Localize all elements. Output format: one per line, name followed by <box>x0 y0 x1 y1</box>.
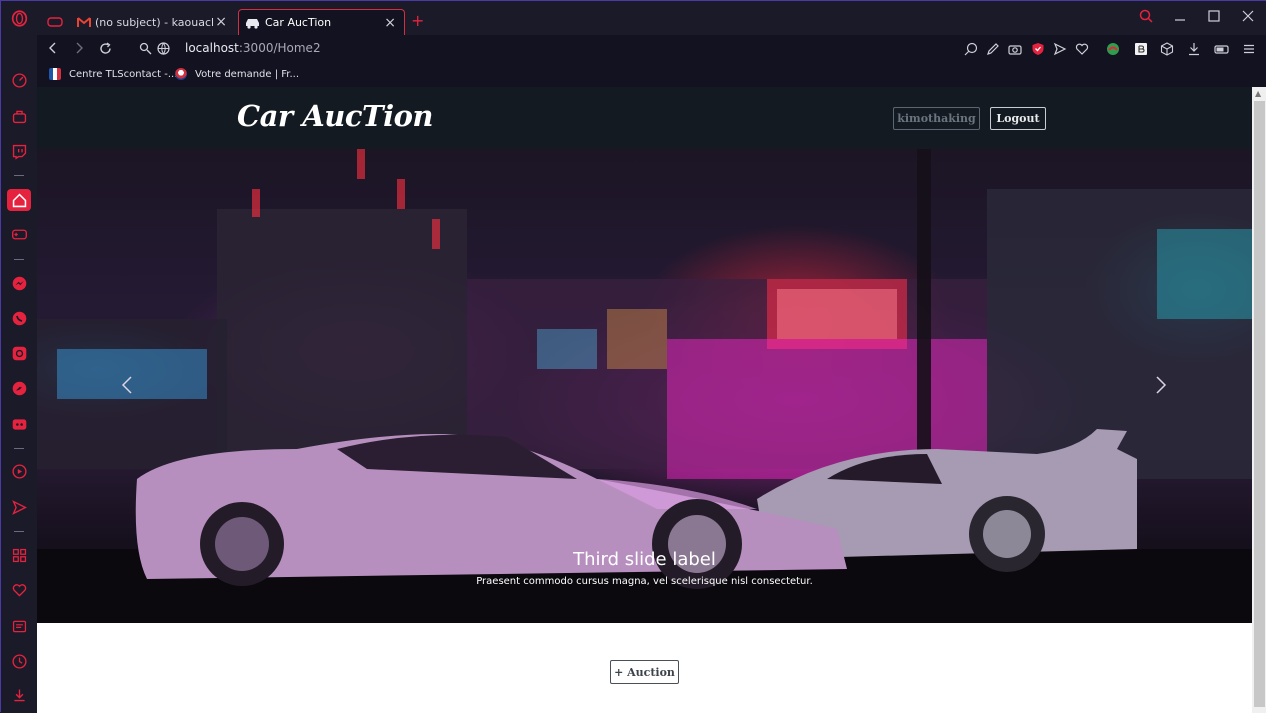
home-icon[interactable] <box>9 190 29 210</box>
hero-carousel: Third slide label Praesent commodo cursu… <box>37 149 1252 623</box>
carousel-prev-icon[interactable] <box>121 375 133 395</box>
messenger-icon[interactable] <box>9 273 29 293</box>
close-window-icon[interactable] <box>1242 10 1254 22</box>
tab-car-auction[interactable]: Car AucTion × <box>238 9 405 35</box>
tab-label: (no subject) - kaouachimel <box>95 15 213 29</box>
edit-icon[interactable] <box>986 42 1000 56</box>
speed-dial-icon[interactable] <box>9 70 29 90</box>
caption-title: Third slide label <box>573 549 716 570</box>
camera-icon[interactable] <box>1008 42 1022 56</box>
address-bar: localhost:3000/Home2 <box>37 35 1266 63</box>
download-icon[interactable] <box>9 685 29 705</box>
url-host: localhost <box>185 41 239 55</box>
search-icon[interactable] <box>1139 9 1153 23</box>
send-icon[interactable] <box>1053 42 1067 56</box>
bookmark-item[interactable]: Votre demande | Fr... <box>175 68 299 80</box>
extension-b-icon[interactable] <box>1134 42 1148 56</box>
bookmarks-bar: Centre TLScontact -... Votre demande | F… <box>37 63 1266 87</box>
tab-gmail[interactable]: (no subject) - kaouachimel × <box>71 9 235 35</box>
tlscontact-favicon-icon <box>49 68 61 80</box>
logout-button[interactable]: Logout <box>990 107 1046 130</box>
tab-label: Car AucTion <box>265 16 332 29</box>
bookmark-item[interactable]: Centre TLScontact -... <box>49 68 177 80</box>
forward-icon[interactable] <box>73 42 85 54</box>
back-icon[interactable] <box>47 42 59 54</box>
globe-icon[interactable] <box>157 42 170 55</box>
url-field[interactable]: localhost:3000/Home2 <box>185 41 321 55</box>
car-icon <box>246 18 259 29</box>
heart-icon[interactable] <box>1075 42 1089 56</box>
bag-icon[interactable] <box>9 106 29 126</box>
apps-icon[interactable] <box>9 545 29 565</box>
gamepad-icon <box>47 17 63 27</box>
bookmark-label: Centre TLScontact -... <box>69 68 178 80</box>
instagram-icon[interactable] <box>9 343 29 363</box>
page-scrollbar[interactable]: ▲ <box>1252 87 1266 713</box>
scrollbar-thumb[interactable] <box>1254 101 1265 707</box>
discord-icon[interactable] <box>9 414 29 434</box>
tab-bar: (no subject) - kaouachimel × Car AucTion… <box>37 1 1266 35</box>
caption-text: Praesent commodo cursus magna, vel scele… <box>476 576 813 587</box>
menu-icon[interactable] <box>1242 42 1256 56</box>
twitch-icon[interactable] <box>9 141 29 161</box>
shield-icon[interactable] <box>1031 42 1045 56</box>
user-button[interactable]: kimothaking <box>893 107 980 130</box>
lens-icon[interactable] <box>139 42 152 55</box>
site-navbar: Car AucTion kimothaking Logout <box>37 87 1252 149</box>
france-favicon-icon <box>175 68 187 80</box>
new-tab-button[interactable]: + <box>411 11 424 30</box>
search-page-icon[interactable] <box>964 42 978 56</box>
reload-icon[interactable] <box>99 42 112 55</box>
browser-window: (no subject) - kaouachimel × Car AucTion… <box>0 0 1266 713</box>
gamepad-icon[interactable] <box>9 224 29 244</box>
site-brand[interactable]: Car AucTion <box>237 99 434 133</box>
scroll-up-icon[interactable]: ▲ <box>1255 89 1261 98</box>
battery-saver-icon[interactable] <box>1214 42 1230 56</box>
close-icon[interactable]: × <box>215 14 227 30</box>
vpn-icon[interactable] <box>1106 42 1120 56</box>
twitter-icon[interactable] <box>9 378 29 398</box>
whatsapp-icon[interactable] <box>9 308 29 328</box>
news-icon[interactable] <box>9 616 29 636</box>
cube-icon[interactable] <box>1160 42 1174 56</box>
browser-sidebar <box>1 1 37 713</box>
bookmark-label: Votre demande | Fr... <box>195 68 300 80</box>
page-viewport: Car AucTion kimothaking Logout Third sli… <box>37 87 1252 713</box>
send-icon[interactable] <box>9 497 29 517</box>
gmail-icon <box>77 16 91 27</box>
close-icon[interactable]: × <box>384 15 396 31</box>
maximize-icon[interactable] <box>1208 10 1220 22</box>
download-icon[interactable] <box>1187 42 1201 56</box>
add-auction-button[interactable]: + Auction <box>610 660 679 684</box>
opera-logo-icon[interactable] <box>9 8 29 28</box>
carousel-next-icon[interactable] <box>1155 375 1167 395</box>
url-path: :3000/Home2 <box>238 41 321 55</box>
tab-gx-corner[interactable] <box>41 9 65 35</box>
history-icon[interactable] <box>9 651 29 671</box>
player-icon[interactable] <box>9 461 29 481</box>
heart-icon[interactable] <box>9 580 29 600</box>
minimize-icon[interactable] <box>1174 10 1186 22</box>
